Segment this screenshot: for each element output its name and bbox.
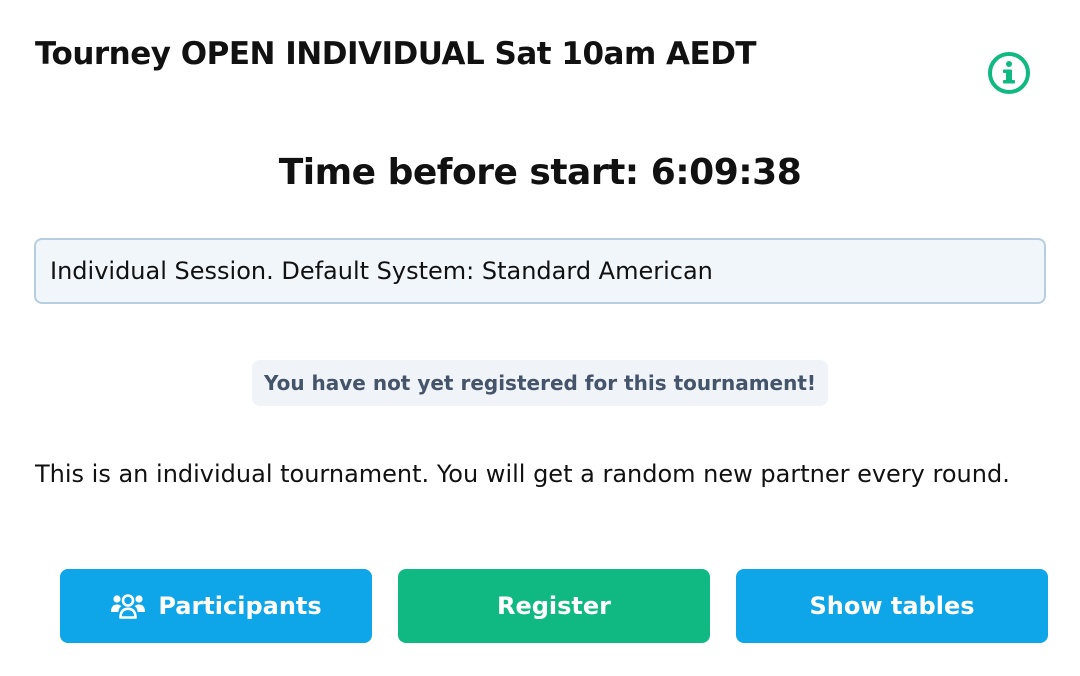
participants-button[interactable]: Participants [60,569,372,643]
session-description-text: Individual Session. Default System: Stan… [50,257,713,285]
countdown-timer: Time before start: 6:09:38 [278,152,802,193]
show-tables-button-label: Show tables [809,592,975,620]
registration-notice-wrapper: You have not yet registered for this tou… [0,360,1080,406]
tournament-page: Tourney OPEN INDIVIDUAL Sat 10am AEDT Ti… [0,0,1080,676]
session-description: Individual Session. Default System: Stan… [34,238,1046,304]
participants-button-label: Participants [158,592,322,620]
register-button[interactable]: Register [398,569,710,643]
users-icon [110,592,146,620]
show-tables-button[interactable]: Show tables [736,569,1048,643]
tournament-info-text: This is an individual tournament. You wi… [35,460,1010,488]
registration-status-badge: You have not yet registered for this tou… [251,360,829,406]
info-circle-icon [988,52,1030,94]
register-button-label: Register [496,592,612,620]
page-title: Tourney OPEN INDIVIDUAL Sat 10am AEDT [35,36,757,72]
info-button[interactable] [987,51,1031,95]
